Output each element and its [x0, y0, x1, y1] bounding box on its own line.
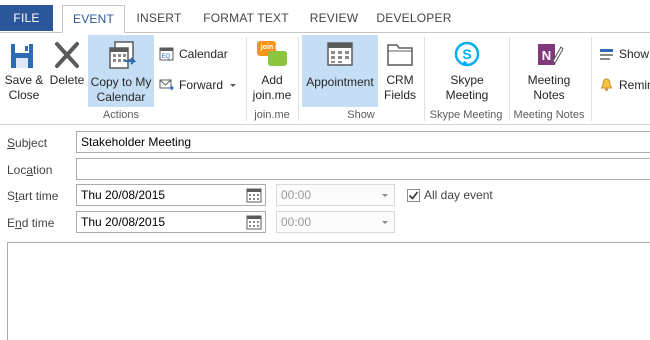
start-time-value: 00:00 — [281, 188, 312, 202]
delete-button[interactable]: Delete — [48, 33, 86, 109]
tab-event[interactable]: EVENT — [62, 5, 125, 33]
location-input[interactable] — [76, 158, 650, 180]
end-time-dropdown-icon — [382, 221, 388, 224]
svg-text:N: N — [542, 48, 551, 63]
location-label: Location — [7, 163, 53, 177]
tab-developer[interactable]: DEVELOPER — [373, 5, 455, 33]
crm-fields-label: CRM Fields — [383, 73, 416, 102]
group-label-notes: Meeting Notes — [513, 109, 585, 121]
bell-icon — [599, 77, 614, 99]
svg-text:S: S — [462, 46, 471, 62]
show-icon — [599, 46, 614, 68]
svg-text:EQ: EQ — [162, 54, 171, 60]
checkmark-icon — [408, 191, 419, 200]
skype-meeting-label: Skype Meeting — [445, 73, 489, 102]
tab-file[interactable]: FILE — [0, 5, 53, 31]
crm-fields-button[interactable]: CRM Fields — [380, 33, 420, 109]
joinme-icon: join me — [255, 39, 289, 73]
ribbon: Save & Close Delete Copy to My Calendar … — [0, 32, 650, 125]
end-date-input[interactable]: Thu 20/08/2015 — [76, 211, 266, 233]
group-separator — [591, 37, 592, 121]
group-label-actions: Actions — [102, 109, 140, 121]
calendar-button[interactable]: EQ Calendar — [159, 43, 239, 65]
reminder-label: Remin — [619, 78, 650, 92]
end-time-select: 00:00 — [276, 211, 395, 233]
group-label-show: Show — [347, 109, 375, 121]
delete-label: Delete — [49, 73, 85, 87]
start-date-calendar-icon[interactable] — [246, 187, 262, 203]
skype-meeting-button[interactable]: S Skype Meeting — [428, 33, 506, 109]
forward-button[interactable]: Forward — [159, 74, 241, 96]
forward-envelope-icon — [159, 77, 174, 99]
tab-review[interactable]: REVIEW — [304, 5, 364, 33]
copy-to-calendar-label: Copy to My Calendar — [90, 75, 152, 104]
end-date-calendar-icon[interactable] — [246, 214, 262, 230]
subject-label: Subject — [7, 136, 48, 150]
copy-calendar-icon — [105, 39, 137, 75]
start-time-label: Start time — [7, 189, 59, 203]
end-time-value: 00:00 — [281, 215, 312, 229]
appointment-button[interactable]: Appointment — [302, 35, 378, 107]
crm-folder-icon — [385, 39, 415, 73]
start-date-input[interactable]: Thu 20/08/2015 — [76, 184, 266, 206]
save-close-button[interactable]: Save & Close — [2, 33, 46, 109]
show-label: Show — [619, 47, 650, 61]
reminder-button[interactable]: Remin — [599, 74, 650, 96]
group-separator — [246, 37, 247, 121]
appointment-label: Appointment — [306, 75, 374, 89]
ribbon-tabbar: FILE EVENT INSERT FORMAT TEXT REVIEW DEV… — [0, 0, 650, 33]
start-time-select: 00:00 — [276, 184, 395, 206]
show-button[interactable]: Show — [599, 43, 650, 65]
joinme-badge-text: join me — [260, 44, 286, 51]
all-day-checkbox[interactable] — [407, 189, 420, 202]
end-date-value: Thu 20/08/2015 — [81, 215, 166, 229]
group-separator — [298, 37, 299, 121]
tab-insert[interactable]: INSERT — [130, 5, 188, 33]
notes-body-editor[interactable] — [7, 242, 650, 340]
forward-dropdown-icon[interactable] — [230, 84, 236, 87]
end-time-label: End time — [7, 216, 55, 230]
start-time-dropdown-icon — [382, 194, 388, 197]
meeting-notes-label: Meeting Notes — [527, 73, 571, 102]
add-joinme-button[interactable]: join me Add join.me — [249, 33, 295, 109]
calendar-label: Calendar — [179, 47, 228, 61]
all-day-label: All day event — [424, 188, 493, 202]
tab-format-text[interactable]: FORMAT TEXT — [196, 5, 296, 33]
add-joinme-label: Add join.me — [252, 73, 292, 102]
skype-icon: S — [452, 39, 482, 73]
subject-input[interactable]: Stakeholder Meeting — [76, 131, 650, 153]
start-date-value: Thu 20/08/2015 — [81, 188, 166, 202]
appointment-calendar-icon — [325, 39, 355, 73]
save-close-icon — [8, 39, 40, 75]
group-label-joinme: join.me — [254, 109, 290, 121]
meeting-notes-button[interactable]: N Meeting Notes — [511, 33, 587, 109]
onenote-icon: N — [534, 39, 564, 73]
copy-to-calendar-button[interactable]: Copy to My Calendar — [88, 35, 154, 107]
delete-x-icon — [51, 39, 83, 75]
forward-label: Forward — [179, 78, 224, 92]
save-close-label: Save & Close — [4, 73, 44, 102]
calendar-small-icon: EQ — [159, 46, 174, 68]
group-label-skype: Skype Meeting — [429, 109, 503, 121]
